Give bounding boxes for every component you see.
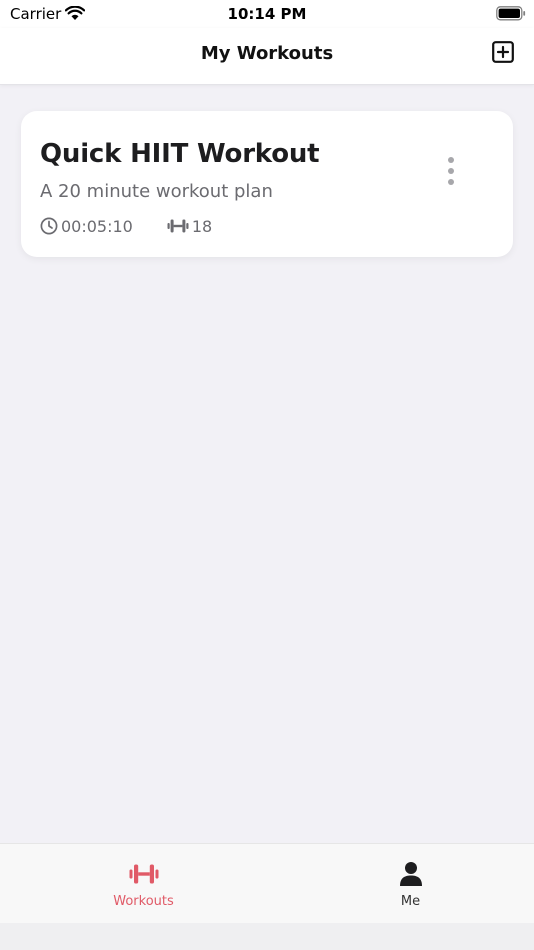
tab-bar: Workouts Me (0, 843, 534, 923)
tab-workouts[interactable]: Workouts (10, 844, 277, 924)
tab-label: Me (400, 894, 421, 909)
more-dots-icon (448, 179, 454, 185)
dumbbell-icon (167, 219, 189, 233)
workout-duration: 00:05:10 (40, 217, 133, 236)
status-bar: Carrier 10:14 PM (0, 0, 534, 28)
more-dots-icon (448, 157, 454, 163)
workout-exercise-count: 18 (167, 217, 212, 236)
workout-meta: 00:05:10 18 (40, 216, 212, 236)
tab-label: Workouts (113, 894, 174, 909)
more-dots-icon (448, 168, 454, 174)
plus-square-icon (492, 41, 514, 63)
battery-icon (496, 6, 526, 25)
add-workout-button[interactable] (490, 39, 516, 65)
workout-card[interactable]: Quick HIIT Workout A 20 minute workout p… (21, 111, 513, 257)
home-indicator-area (0, 923, 534, 950)
workout-title: Quick HIIT Workout (40, 139, 320, 169)
more-options-button[interactable] (441, 157, 461, 185)
exercise-count-value: 18 (191, 216, 213, 236)
tab-me[interactable]: Me (277, 844, 534, 924)
workout-description: A 20 minute workout plan (40, 181, 273, 202)
page-title: My Workouts (200, 43, 334, 64)
clock-icon (40, 217, 58, 235)
navigation-bar: My Workouts (0, 28, 534, 85)
person-icon (399, 860, 423, 888)
duration-value: 00:05:10 (61, 216, 133, 236)
app-screen: Carrier 10:14 PM My Workouts Quick HIIT … (0, 0, 534, 950)
status-time: 10:14 PM (227, 5, 307, 23)
dumbbell-icon (129, 860, 159, 888)
